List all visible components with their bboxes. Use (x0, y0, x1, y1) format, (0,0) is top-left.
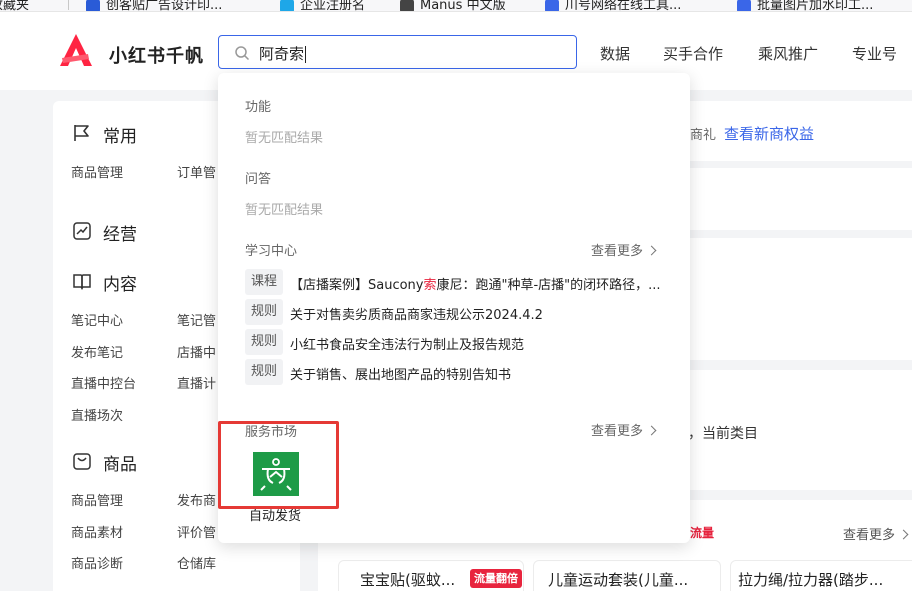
current-category-prefix: ， (688, 426, 702, 442)
sidebar-item-review-manage[interactable]: 评价管 (177, 522, 216, 541)
sidebar-section-products[interactable]: 商品 (103, 450, 137, 475)
bookmark-favicon-icon (545, 0, 559, 11)
bookmark-label: 创客贴广告设计印... (106, 0, 223, 12)
sidebar-section-operations[interactable]: 经营 (103, 220, 137, 245)
chevron-right-icon (646, 425, 657, 436)
course-tag: 课程 (245, 269, 284, 295)
search-suggestions-dropdown: 功能 暂无匹配结果 问答 暂无匹配结果 学习中心 查看更多 课程 【店播案例】S… (218, 73, 690, 543)
rule-tag: 规则 (245, 299, 284, 325)
product-name: 儿童运动套装(儿童... (548, 571, 689, 589)
sidebar-section-content[interactable]: 内容 (103, 270, 137, 295)
bookmark-favicon-icon (280, 0, 294, 11)
traffic-label: 流量 (690, 526, 715, 540)
learning-see-more-link[interactable]: 查看更多 (591, 240, 657, 259)
product-name: 宝宝贴(驱蚊... (360, 571, 456, 589)
sidebar-section-common[interactable]: 常用 (103, 122, 137, 147)
highlight-annotation-box (218, 421, 339, 509)
bookmark-item[interactable]: 收藏夹 (0, 0, 30, 12)
sidebar-item-live-console[interactable]: 直播中控台 (71, 373, 136, 392)
see-more-products-link[interactable]: 查看更多 (843, 524, 909, 543)
trend-chart-icon (73, 222, 91, 240)
bookmarks-bar: 收藏夹 创客贴广告设计印... 企业注册名 Manus 中文版 川号网络在线工具… (0, 0, 912, 12)
sidebar-item-warehouse[interactable]: 仓储库 (177, 553, 216, 572)
bookmark-label: 企业注册名 (300, 0, 366, 12)
traffic-double-badge: 流量翻倍 (470, 569, 522, 588)
bag-icon (73, 453, 91, 470)
bookmark-item[interactable]: 川号网络在线工具... (545, 0, 682, 12)
chevron-right-icon (646, 245, 657, 256)
rule-tag: 规则 (245, 329, 284, 355)
nav-promotion[interactable]: 乘风推广 (758, 43, 818, 64)
no-result-text: 暂无匹配结果 (245, 203, 324, 218)
sidebar-item-product-manage[interactable]: 商品管理 (71, 162, 123, 181)
bookmark-favicon-icon (737, 0, 751, 11)
sidebar-item-note-center[interactable]: 笔记中心 (71, 310, 123, 329)
learning-result-item[interactable]: 关于销售、展出地图产品的特别告知书 (290, 364, 665, 383)
brand-name[interactable]: 小红书千帆 (109, 42, 204, 68)
bookmark-item[interactable]: 企业注册名 (280, 0, 366, 12)
service-see-more-link[interactable]: 查看更多 (591, 420, 657, 439)
bookmark-item[interactable]: 批量图片加水印工... (737, 0, 874, 12)
learning-result-item[interactable]: 关于对售卖劣质商品商家违规公示2024.4.2 (290, 304, 665, 323)
chevron-right-icon (898, 529, 909, 540)
group-label-function: 功能 (245, 100, 272, 115)
search-value: 阿奇索 (259, 45, 307, 63)
bookmark-item[interactable]: 创客贴广告设计印... (86, 0, 223, 12)
flag-icon (74, 125, 89, 141)
search-input[interactable]: 阿奇索 (218, 35, 577, 69)
keyword-highlight: 索 (423, 278, 437, 293)
group-label-learning: 学习中心 (245, 244, 298, 259)
bookmark-item[interactable]: Manus 中文版 (400, 0, 506, 12)
bookmark-favicon-icon (86, 0, 100, 11)
sidebar-item-live-sessions[interactable]: 直播场次 (71, 405, 123, 424)
nav-buyer-cooperation[interactable]: 买手合作 (663, 43, 723, 64)
sidebar-item-store-live[interactable]: 店播中 (177, 342, 216, 361)
bookmark-label: 川号网络在线工具... (565, 0, 682, 12)
rule-tag: 规则 (245, 359, 284, 385)
search-icon (235, 46, 250, 61)
view-new-merchant-benefits-link[interactable]: 查看新商权益 (724, 123, 814, 144)
promo-prefix-text: 商礼 (690, 128, 717, 143)
sidebar-item-publish-note[interactable]: 发布笔记 (71, 342, 123, 361)
sidebar-item-product-material[interactable]: 商品素材 (71, 522, 123, 541)
sidebar-item-note-manage[interactable]: 笔记管 (177, 310, 216, 329)
current-category-label[interactable]: 当前类目 (702, 423, 758, 443)
sidebar-item-publish-product[interactable]: 发布商 (177, 490, 216, 509)
no-result-text: 暂无匹配结果 (245, 131, 324, 146)
bookmark-separator (68, 0, 69, 10)
text-caret (305, 46, 307, 63)
product-name: 拉力绳/拉力器(踏步... (738, 571, 884, 589)
learning-result-item[interactable]: 【店播案例】Saucony索康尼：跑通"种草-店播"的闭环路径，... (290, 274, 665, 293)
bookmark-label: Manus 中文版 (420, 0, 506, 12)
bookmark-label: 收藏夹 (0, 0, 30, 12)
book-icon (73, 274, 91, 290)
sidebar-item-order-manage[interactable]: 订单管 (177, 162, 216, 181)
qianfan-logo-icon[interactable] (58, 32, 94, 70)
bookmark-favicon-icon (400, 0, 414, 11)
learning-result-item[interactable]: 小红书食品安全违法行为制止及报告规范 (290, 334, 665, 353)
bookmark-label: 批量图片加水印工... (757, 0, 874, 12)
nav-professional-account[interactable]: 专业号 (852, 43, 897, 64)
group-label-qa: 问答 (245, 172, 272, 187)
sidebar-item-product-manage-2[interactable]: 商品管理 (71, 490, 123, 509)
sidebar-item-product-diagnosis[interactable]: 商品诊断 (71, 553, 123, 572)
sidebar-item-live-plan[interactable]: 直播计 (177, 373, 216, 392)
nav-data[interactable]: 数据 (600, 43, 630, 64)
